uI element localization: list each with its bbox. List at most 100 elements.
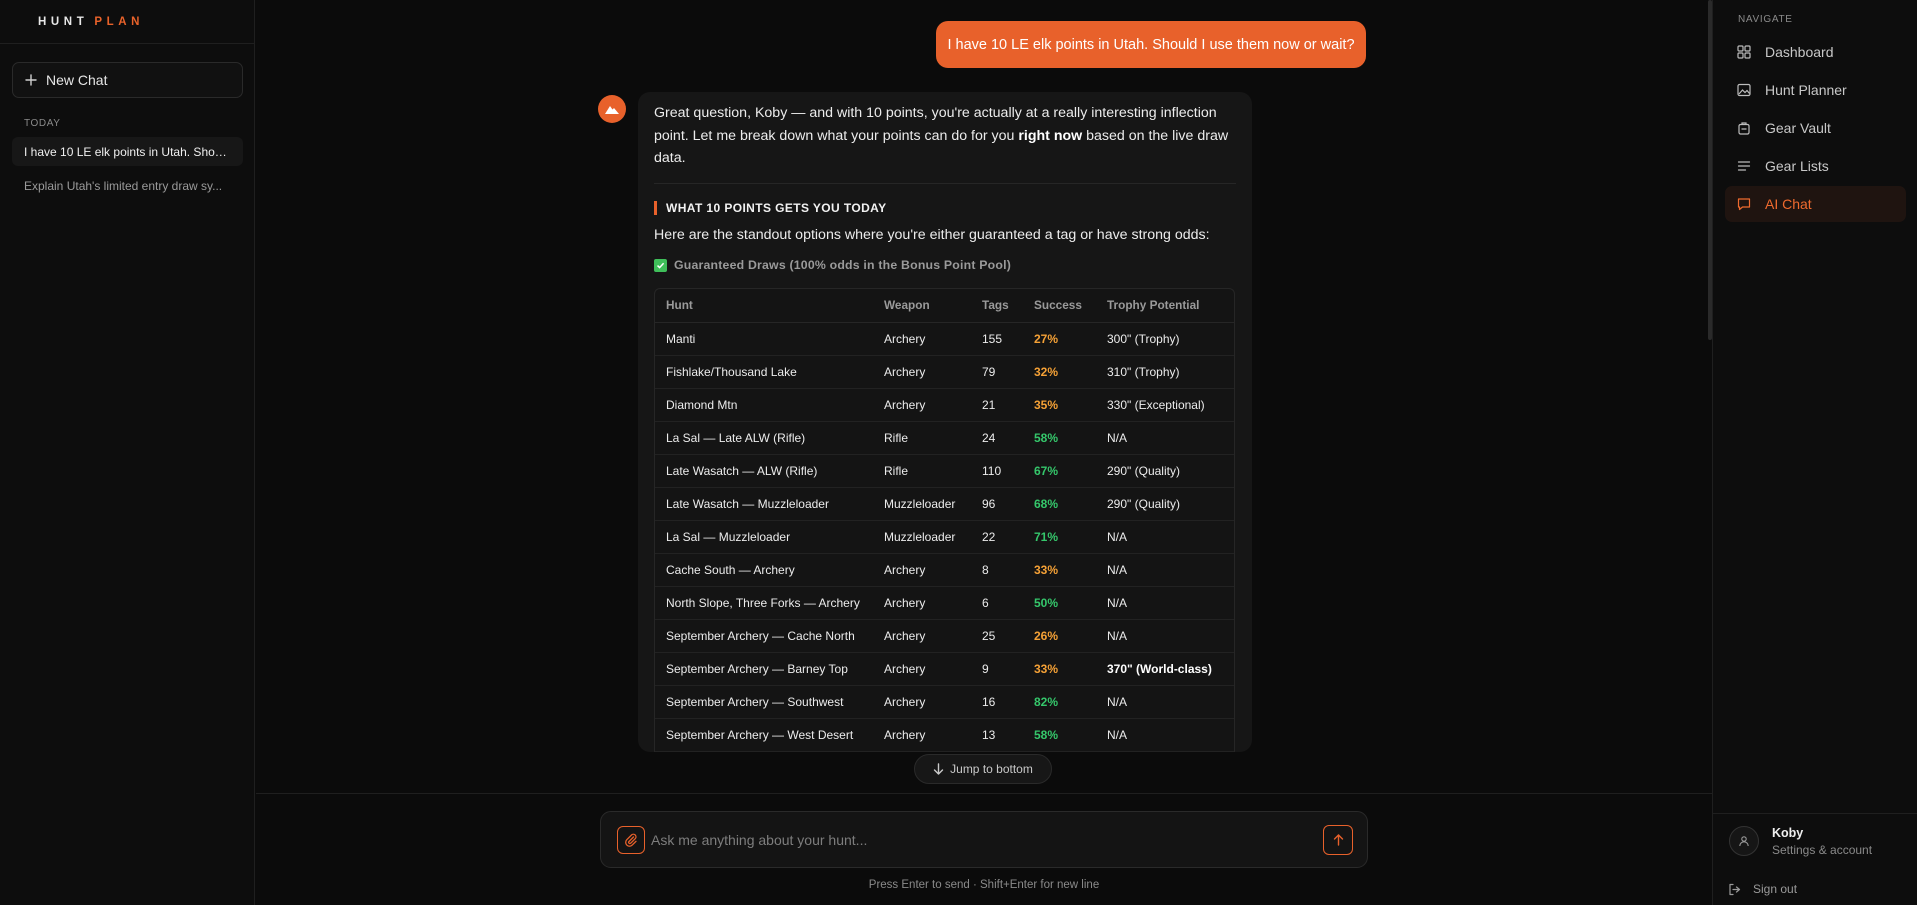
cell-weapon: Archery bbox=[873, 718, 971, 752]
cell-trophy: 300" (Trophy) bbox=[1096, 322, 1234, 356]
right-sidebar: NAVIGATE Dashboard Hunt Planner Gear Vau… bbox=[1712, 0, 1917, 905]
table-row: September Archery — Cache North Archery 25… bbox=[655, 619, 1234, 653]
cell-success: 35% bbox=[1023, 388, 1096, 422]
nav-section-label: NAVIGATE bbox=[1738, 14, 1793, 25]
cell-trophy: N/A bbox=[1096, 520, 1234, 554]
cell-hunt: September Archery — Barney Top bbox=[655, 652, 873, 686]
table-row: La Sal — Muzzleloader Muzzleloader 22 71% N/… bbox=[655, 520, 1234, 554]
cell-tags: 96 bbox=[971, 487, 1023, 521]
cell-weapon: Archery bbox=[873, 388, 971, 422]
cell-hunt: Diamond Mtn bbox=[655, 388, 873, 422]
plus-icon bbox=[25, 74, 37, 86]
chat-history-title: I have 10 LE elk points in Utah. Shoul..… bbox=[24, 144, 233, 159]
chat-input[interactable] bbox=[651, 826, 1291, 854]
cell-tags: 79 bbox=[971, 355, 1023, 389]
cell-trophy: N/A bbox=[1096, 586, 1234, 620]
chat-history-title: Explain Utah's limited entry draw sy... bbox=[24, 178, 223, 193]
chat-history-item-active[interactable]: I have 10 LE elk points in Utah. Shoul..… bbox=[12, 137, 243, 166]
cell-tags: 24 bbox=[971, 421, 1023, 455]
cell-success: 33% bbox=[1023, 652, 1096, 686]
map-icon bbox=[1737, 83, 1752, 97]
nav-item-hunt-planner[interactable]: Hunt Planner bbox=[1725, 72, 1906, 108]
assistant-intro: Great question, Koby — and with 10 point… bbox=[654, 105, 1229, 166]
column-header-trophy: Trophy Potential bbox=[1096, 289, 1234, 323]
cell-trophy: 290" (Quality) bbox=[1096, 454, 1234, 488]
guaranteed-draws-label: Guaranteed Draws (100% odds in the Bonus… bbox=[654, 258, 1011, 272]
cell-hunt: Fishlake/Thousand Lake bbox=[655, 355, 873, 389]
cell-tags: 155 bbox=[971, 322, 1023, 356]
nav-item-dashboard[interactable]: Dashboard bbox=[1725, 34, 1906, 70]
dashboard-icon bbox=[1737, 45, 1752, 59]
cell-weapon: Archery bbox=[873, 652, 971, 686]
nav-item-gear-lists[interactable]: Gear Lists bbox=[1725, 148, 1906, 184]
assistant-paragraph: Here are the standout options where you'… bbox=[654, 227, 1210, 243]
new-chat-button[interactable]: New Chat bbox=[12, 62, 243, 98]
nav-item-gear-vault[interactable]: Gear Vault bbox=[1725, 110, 1906, 146]
cell-success: 67% bbox=[1023, 454, 1096, 488]
cell-tags: 110 bbox=[971, 454, 1023, 488]
mountain-icon bbox=[605, 106, 619, 114]
cell-weapon: Muzzleloader bbox=[873, 487, 971, 521]
table-row: Late Wasatch — ALW (Rifle) Rifle 110 67% 290… bbox=[655, 454, 1234, 488]
draw-odds-table: Hunt Weapon Tags Success Trophy Potentia… bbox=[654, 288, 1235, 752]
table-row: Cache South — Archery Archery 8 33% N/A bbox=[655, 553, 1234, 587]
table-row: North Slope, Three Forks — Archery Archer… bbox=[655, 586, 1234, 620]
composer-hint: Press Enter to send · Shift+Enter for ne… bbox=[868, 879, 1100, 891]
cell-hunt: La Sal — Muzzleloader bbox=[655, 520, 873, 554]
sign-out-icon bbox=[1729, 883, 1741, 895]
assistant-avatar bbox=[598, 95, 626, 123]
backpack-icon bbox=[1737, 121, 1752, 135]
cell-success: 58% bbox=[1023, 421, 1096, 455]
profile-menu[interactable]: Koby Settings & account bbox=[1713, 813, 1917, 879]
table-row: September Archery — Barney Top Archery 9 33… bbox=[655, 652, 1234, 686]
cell-tags: 22 bbox=[971, 520, 1023, 554]
table-row: Fishlake/Thousand Lake Archery 79 32% 310" (… bbox=[655, 355, 1234, 389]
cell-hunt: Cache South — Archery bbox=[655, 553, 873, 587]
column-header-tags: Tags bbox=[971, 289, 1023, 323]
checkmark-icon bbox=[654, 258, 667, 272]
cell-success: 58% bbox=[1023, 718, 1096, 752]
table-row: September Archery — West Desert Archery 13… bbox=[655, 718, 1234, 752]
cell-hunt: La Sal — Late ALW (Rifle) bbox=[655, 421, 873, 455]
sign-out-button[interactable]: Sign out bbox=[1728, 882, 1797, 896]
sign-out-label: Sign out bbox=[1753, 882, 1798, 896]
new-chat-label: New Chat bbox=[46, 72, 108, 88]
app-logo[interactable]: HUNT PLAN bbox=[0, 0, 254, 44]
emphasis-text: right now bbox=[1018, 127, 1083, 144]
divider bbox=[654, 183, 1236, 184]
table-row: Diamond Mtn Archery 21 35% 330" (Exceptional… bbox=[655, 388, 1234, 422]
chat-history-item[interactable]: Explain Utah's limited entry draw sy... bbox=[12, 171, 243, 200]
send-button[interactable] bbox=[1323, 825, 1353, 855]
cell-success: 68% bbox=[1023, 487, 1096, 521]
column-header-hunt: Hunt bbox=[655, 289, 873, 323]
cell-hunt: North Slope, Three Forks — Archery bbox=[655, 586, 873, 620]
nav-item-ai-chat[interactable]: AI Chat bbox=[1725, 186, 1906, 222]
cell-success: 27% bbox=[1023, 322, 1096, 356]
cell-trophy: 310" (Trophy) bbox=[1096, 355, 1234, 389]
cell-tags: 8 bbox=[971, 553, 1023, 587]
cell-hunt: September Archery — Cache North bbox=[655, 619, 873, 653]
arrow-up-icon bbox=[1333, 834, 1343, 846]
cell-trophy: 370" (World-class) bbox=[1096, 652, 1234, 686]
table-row: Late Wasatch — Muzzleloader Muzzleloader 9… bbox=[655, 487, 1234, 521]
cell-weapon: Archery bbox=[873, 355, 971, 389]
cell-hunt: September Archery — West Desert bbox=[655, 718, 873, 752]
cell-tags: 9 bbox=[971, 652, 1023, 686]
jump-to-bottom-label: Jump to bottom bbox=[950, 762, 1033, 776]
cell-hunt: Late Wasatch — Muzzleloader bbox=[655, 487, 873, 521]
cell-trophy: N/A bbox=[1096, 718, 1234, 752]
jump-to-bottom-button[interactable]: Jump to bottom bbox=[914, 754, 1052, 784]
cell-tags: 25 bbox=[971, 619, 1023, 653]
cell-tags: 16 bbox=[971, 685, 1023, 719]
list-icon bbox=[1737, 159, 1752, 173]
cell-weapon: Rifle bbox=[873, 454, 971, 488]
cell-tags: 6 bbox=[971, 586, 1023, 620]
cell-weapon: Archery bbox=[873, 586, 971, 620]
attach-button[interactable] bbox=[617, 826, 645, 854]
avatar bbox=[1729, 826, 1759, 856]
column-header-weapon: Weapon bbox=[873, 289, 971, 323]
cell-success: 26% bbox=[1023, 619, 1096, 653]
logo-word-hunt: HUNT bbox=[38, 15, 89, 28]
chat-icon bbox=[1737, 197, 1752, 211]
cell-success: 33% bbox=[1023, 553, 1096, 587]
